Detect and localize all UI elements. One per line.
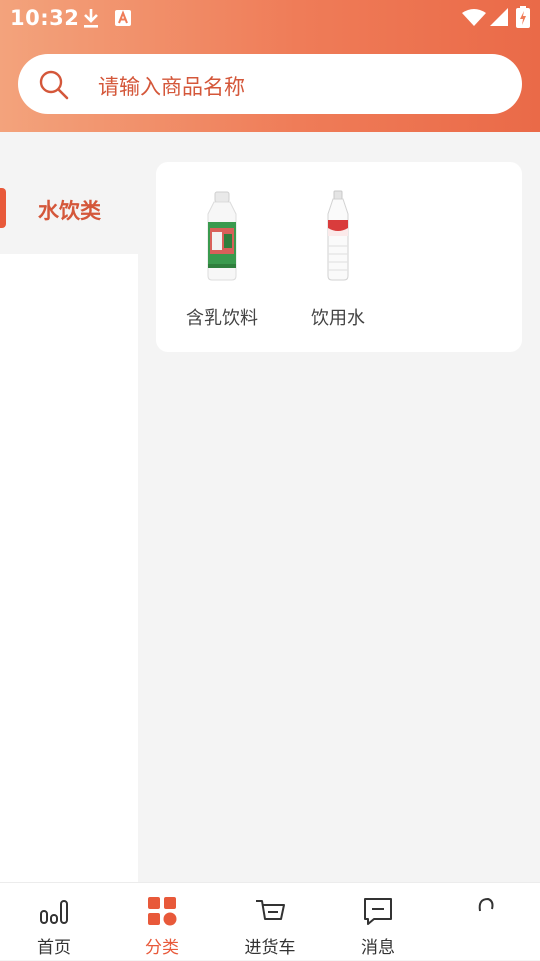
signal-icon	[490, 8, 508, 26]
header: 10:32 请输入商品名称	[0, 0, 540, 132]
tab-cart[interactable]: 进货车	[216, 883, 324, 961]
tab-home[interactable]: 首页	[0, 883, 108, 961]
product-name: 饮用水	[311, 308, 365, 329]
search-placeholder: 请输入商品名称	[98, 75, 245, 99]
battery-charging-icon	[516, 6, 530, 28]
tab-label: 首页	[37, 938, 71, 958]
category-sidebar	[0, 162, 138, 882]
tab-category[interactable]: 分类	[108, 883, 216, 961]
active-indicator	[0, 188, 6, 228]
cart-icon	[256, 900, 285, 920]
tab-label: 进货车	[244, 938, 296, 958]
milk-drink-image	[207, 191, 237, 281]
product-name: 含乳饮料	[186, 308, 258, 329]
home-bars-icon	[40, 900, 68, 924]
sidebar-item-water-drinks[interactable]: 水饮类	[0, 186, 138, 234]
tab-messages[interactable]: 消息	[324, 883, 432, 961]
tab-label: 分类	[145, 938, 179, 958]
search-input[interactable]: 请输入商品名称	[18, 54, 522, 114]
accessibility-a-icon	[115, 10, 131, 26]
profile-icon	[478, 897, 494, 912]
message-icon	[364, 898, 392, 925]
water-bottle-image	[327, 190, 349, 281]
sidebar-item-label: 水饮类	[38, 199, 101, 223]
product-card: 含乳饮料 饮用水	[156, 162, 522, 352]
download-icon	[84, 9, 98, 28]
status-bar: 10:32	[0, 0, 540, 36]
search-icon	[39, 70, 69, 100]
product-item[interactable]: 饮用水	[278, 190, 398, 330]
category-grid-icon	[148, 897, 177, 926]
bottom-tab-bar: 首页 分类 进货车 消息	[0, 882, 540, 960]
product-item[interactable]: 含乳饮料	[162, 190, 282, 330]
wifi-icon	[462, 9, 486, 26]
tab-label: 消息	[361, 938, 395, 958]
tab-profile[interactable]	[432, 883, 540, 961]
status-time: 10:32	[10, 6, 80, 30]
